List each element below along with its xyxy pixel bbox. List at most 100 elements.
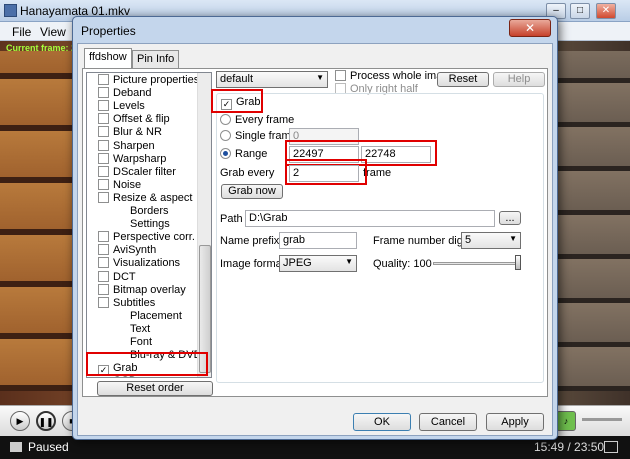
tree-item[interactable]: Sharpen [98, 139, 155, 153]
tree-item[interactable]: Blur & NR [98, 126, 162, 139]
help-button[interactable]: Help [493, 72, 545, 87]
frame-digits-value: 5 [465, 234, 472, 246]
tree-item-label: Settings [130, 218, 170, 231]
frame-digits-combo[interactable]: 5 ▼ [461, 232, 521, 249]
chevron-down-icon: ▼ [316, 73, 324, 82]
preset-combo[interactable]: default ▼ [216, 71, 328, 88]
quality-slider-track[interactable] [433, 262, 519, 265]
preset-value: default [220, 73, 254, 85]
grab-every-label: Grab every [220, 167, 275, 179]
tree-item-label: Perspective corr. [113, 231, 195, 244]
tree-item-checkbox[interactable] [98, 113, 109, 125]
tree-item[interactable]: Offset & flip [98, 113, 170, 126]
tree-item-checkbox[interactable] [98, 296, 109, 308]
range-radio[interactable]: Range [220, 148, 267, 160]
tree-item[interactable]: AviSynth [98, 244, 156, 257]
tree-item[interactable]: Warpsharp [98, 152, 166, 166]
process-whole-image-box[interactable] [335, 70, 346, 81]
tree-item[interactable]: Noise [98, 178, 141, 192]
tree-item-checkbox[interactable] [98, 87, 109, 99]
apply-button[interactable]: Apply [486, 413, 544, 431]
tab-ffdshow[interactable]: ffdshow [84, 48, 132, 69]
tree-item-checkbox[interactable] [98, 165, 109, 177]
tree-item-label: Sharpen [113, 139, 155, 152]
play-icon[interactable]: ▶ [10, 411, 30, 431]
tree-item-label: DScaler filter [113, 165, 176, 178]
image-format-label: Image format [220, 258, 285, 270]
tree-item[interactable]: Bitmap overlay [98, 283, 186, 297]
tree-item-label: Blur & NR [113, 126, 162, 139]
tree-item-label: Font [130, 336, 153, 348]
tree-item[interactable]: Settings [130, 218, 170, 231]
tree-item[interactable]: Text [130, 323, 150, 336]
tree-item-label: Offset & flip [113, 113, 170, 126]
range-label: Range [235, 148, 268, 160]
tree-item[interactable]: Visualizations [98, 257, 180, 270]
browse-button[interactable]: ... [499, 211, 521, 225]
tree-item-checkbox[interactable] [98, 244, 109, 256]
path-input[interactable]: D:\Grab [245, 210, 495, 227]
dialog-titlebar[interactable]: Properties ✕ [73, 17, 557, 43]
highlight-grab [211, 89, 263, 113]
tree-item-checkbox[interactable] [98, 126, 109, 138]
tree-item-checkbox[interactable] [98, 270, 109, 282]
every-frame-label: Every frame [235, 114, 295, 126]
fullscreen-icon[interactable] [604, 441, 618, 453]
tree-item-checkbox[interactable] [98, 231, 109, 243]
name-prefix-input[interactable]: grab [279, 232, 357, 249]
frame-unit-label: frame [363, 167, 392, 179]
tree-item-checkbox[interactable] [98, 100, 109, 112]
quality-label: Quality: 100 [373, 258, 432, 270]
cancel-button[interactable]: Cancel [419, 413, 477, 431]
tree-item[interactable]: Font [130, 336, 152, 349]
menu-view[interactable]: View [40, 25, 66, 39]
range-radio-dot[interactable] [220, 148, 231, 159]
quality-slider-thumb[interactable] [515, 255, 521, 270]
image-format-value: JPEG [283, 257, 312, 269]
tree-item[interactable]: DCT [98, 270, 136, 284]
tree-item[interactable]: Subtitles [98, 296, 155, 310]
tree-item-checkbox[interactable] [98, 139, 109, 151]
reset-order-button[interactable]: Reset order [97, 381, 213, 396]
tree-scrollbar[interactable] [197, 73, 211, 377]
tree-item[interactable]: Picture properties [98, 74, 199, 87]
app-icon [4, 4, 17, 17]
tree-item-checkbox[interactable] [98, 152, 109, 164]
tree-item-checkbox[interactable] [98, 178, 109, 190]
tree-item[interactable]: Resize & aspect [98, 191, 193, 205]
playback-time: 15:49 / 23:50 [534, 440, 605, 454]
tree-item[interactable]: Perspective corr. [98, 231, 195, 244]
tree-item-label: AviSynth [113, 244, 157, 257]
dialog-close-button[interactable]: ✕ [509, 19, 551, 37]
every-frame-radio-dot[interactable] [220, 114, 231, 125]
ok-button[interactable]: OK [353, 413, 411, 431]
ffdshow-tab-page: Picture properties Deband Levels Offset & f… [82, 68, 548, 397]
every-frame-radio[interactable]: Every frame [220, 114, 294, 126]
tree-item-label: Resize & aspect [113, 191, 193, 204]
name-prefix-label: Name prefix [220, 235, 280, 247]
tree-item[interactable]: Borders [130, 205, 169, 218]
tab-pin-info[interactable]: Pin Info [132, 50, 180, 68]
status-icon [10, 442, 22, 452]
volume-slider[interactable] [582, 418, 622, 421]
reset-button[interactable]: Reset [437, 72, 489, 87]
player-close-button[interactable]: ✕ [596, 3, 616, 19]
tree-item-label: Borders [130, 205, 169, 217]
dialog-title: Properties [81, 24, 136, 38]
tree-item[interactable]: Levels [98, 100, 145, 113]
tree-item[interactable]: DScaler filter [98, 165, 176, 179]
tree-item-checkbox[interactable] [98, 191, 109, 203]
pause-icon[interactable]: ❚❚ [36, 411, 56, 431]
tree-item[interactable]: Placement [130, 310, 182, 323]
tree-item-checkbox[interactable] [98, 283, 109, 295]
tree-item-checkbox[interactable] [98, 74, 109, 85]
image-format-combo[interactable]: JPEG ▼ [279, 255, 357, 272]
grab-now-button[interactable]: Grab now [221, 184, 283, 199]
single-frame-radio-dot[interactable] [220, 130, 231, 141]
tree-item-label: Deband [113, 87, 152, 100]
menu-file[interactable]: File [12, 25, 31, 39]
tree-item[interactable]: Deband [98, 87, 152, 100]
volume-icon[interactable]: ♪ [556, 411, 576, 431]
maximize-button[interactable]: □ [570, 3, 590, 19]
tree-item-checkbox[interactable] [98, 257, 109, 269]
